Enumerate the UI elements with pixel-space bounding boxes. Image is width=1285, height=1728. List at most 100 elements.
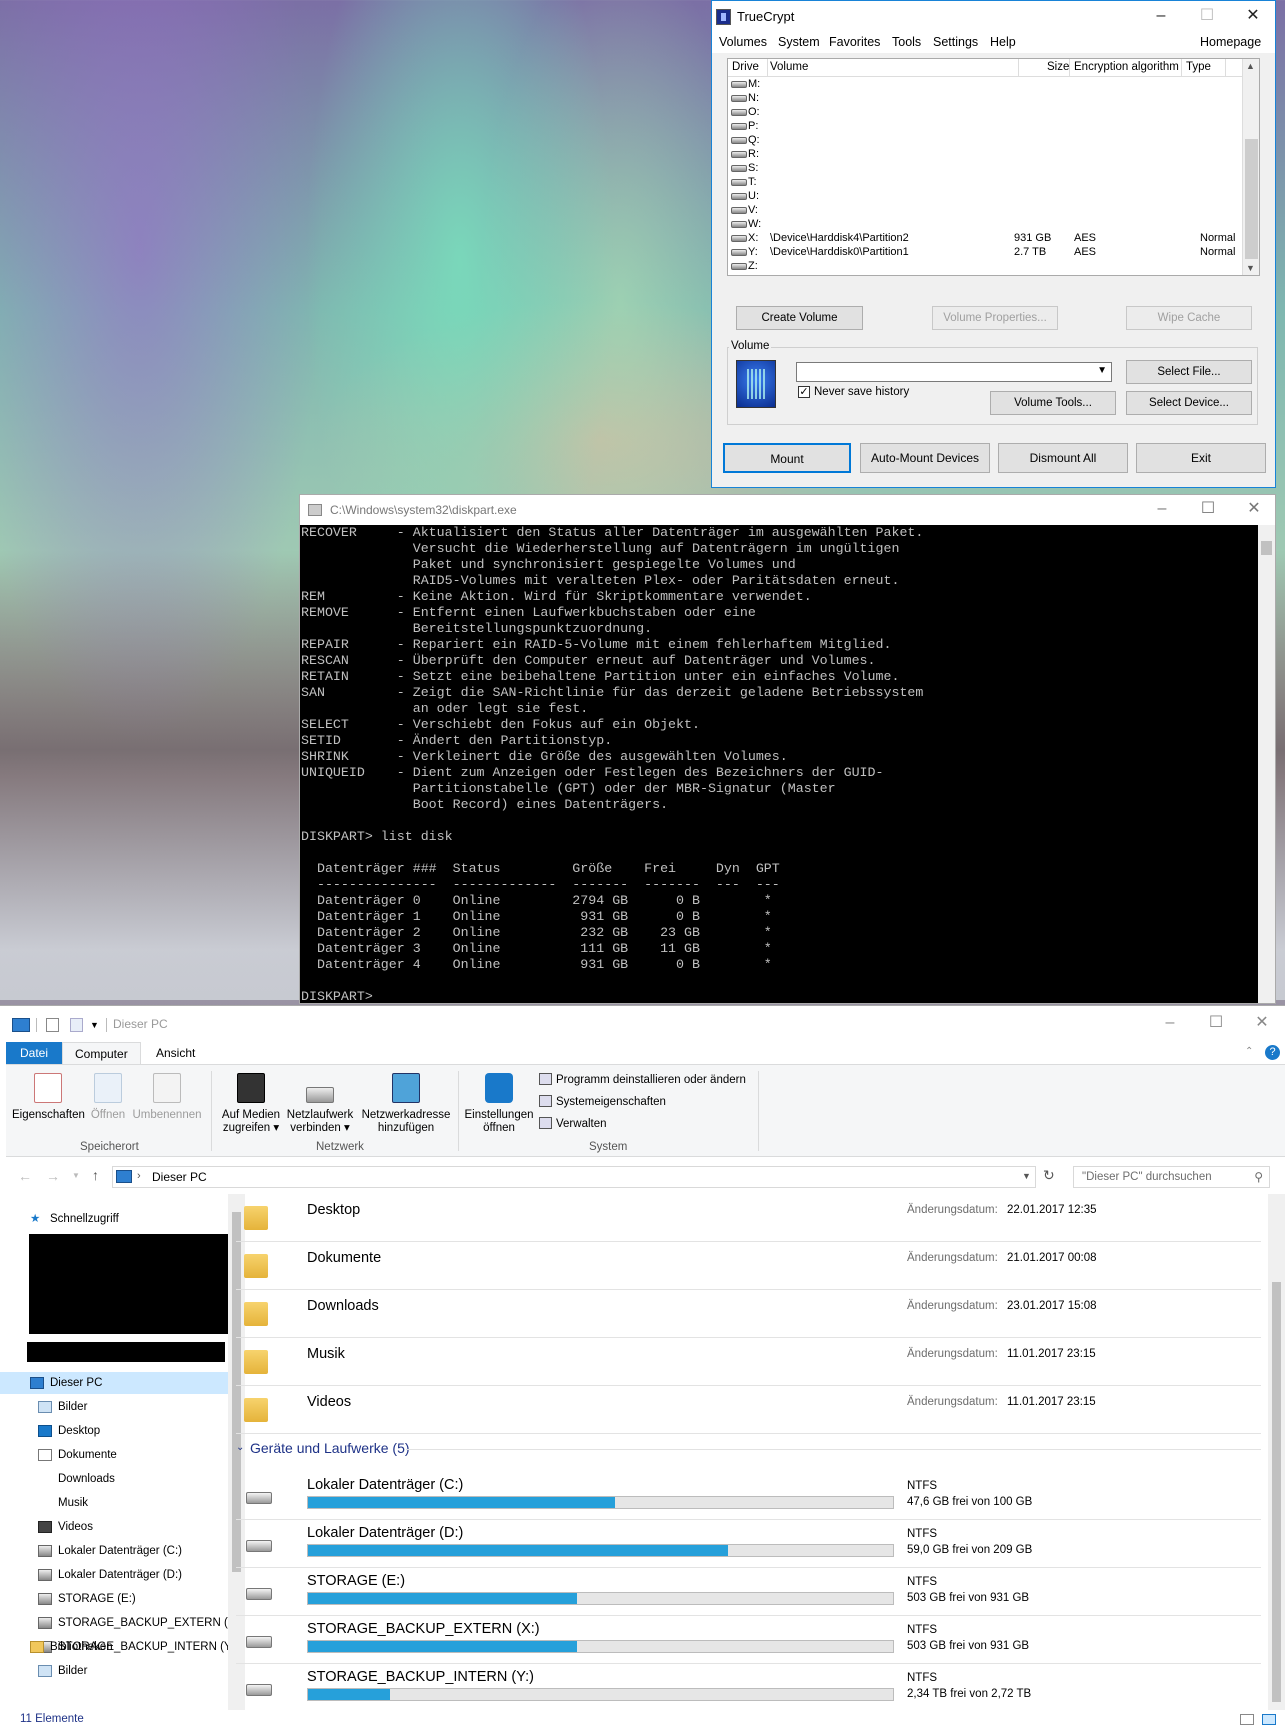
devices-section-header[interactable]: ⌄ Geräte und Laufwerke (5) xyxy=(236,1439,1261,1459)
maximize-button[interactable]: ☐ xyxy=(1185,495,1231,525)
access-media-button[interactable]: Auf Medien zugreifen ▾ xyxy=(218,1073,284,1135)
col-volume[interactable]: Volume xyxy=(770,61,808,73)
menu-system[interactable]: System xyxy=(778,35,820,49)
explorer-titlebar[interactable]: ▼ Dieser PC – ☐ ✕ xyxy=(0,1006,1285,1042)
folder-item[interactable]: Musik Änderungsdatum: 11.01.2017 23:15 xyxy=(236,1338,1261,1386)
add-network-location-button[interactable]: Netzwerkadresse hinzufügen xyxy=(358,1073,454,1135)
menu-homepage[interactable]: Homepage xyxy=(1200,35,1261,49)
minimize-button[interactable]: – xyxy=(1138,1,1184,33)
chevron-down-icon[interactable]: ▼ xyxy=(1022,1171,1031,1181)
drive-row[interactable]: P: xyxy=(728,120,1243,134)
open-settings-button[interactable]: Einstellungen öffnen xyxy=(461,1073,537,1135)
forward-icon[interactable]: → xyxy=(46,1168,60,1184)
console-titlebar[interactable]: C:\Windows\system32\diskpart.exe – ☐ ✕ xyxy=(300,495,1275,525)
chevron-down-icon[interactable]: ⌄ xyxy=(236,1442,244,1453)
nav-item[interactable]: Lokaler Datenträger (C:) xyxy=(0,1540,228,1562)
recent-locations-icon[interactable]: ▼ xyxy=(72,1171,80,1180)
tab-file[interactable]: Datei xyxy=(6,1042,62,1065)
close-button[interactable]: ✕ xyxy=(1231,495,1277,525)
map-network-drive-button[interactable]: Netzlaufwerk verbinden ▾ xyxy=(284,1073,356,1135)
drive-row[interactable]: M: xyxy=(728,78,1243,92)
drive-row[interactable]: Y: \Device\Harddisk0\Partition1 2.7 TB AES N… xyxy=(728,246,1243,260)
new-folder-quick-icon[interactable] xyxy=(70,1018,83,1032)
nav-libraries[interactable]: Bibliotheken xyxy=(0,1636,228,1658)
drive-row[interactable]: V: xyxy=(728,204,1243,218)
dismount-all-button[interactable]: Dismount All xyxy=(998,443,1128,473)
nav-item[interactable]: Lokaler Datenträger (D:) xyxy=(0,1564,228,1586)
tab-computer[interactable]: Computer xyxy=(62,1042,141,1065)
minimize-button[interactable]: – xyxy=(1147,1006,1193,1042)
menu-volumes[interactable]: Volumes xyxy=(719,35,767,49)
nav-item[interactable]: Dokumente xyxy=(0,1444,228,1466)
nav-quick-access[interactable]: ★ Schnellzugriff xyxy=(0,1208,228,1230)
col-size[interactable]: Size xyxy=(1047,61,1069,73)
drive-item[interactable]: STORAGE (E:) NTFS 503 GB frei von 931 GB xyxy=(236,1568,1261,1616)
content-scrollbar[interactable] xyxy=(1268,1194,1285,1710)
tiles-view-icon[interactable] xyxy=(1262,1714,1276,1725)
nav-item[interactable]: STORAGE (E:) xyxy=(0,1588,228,1610)
drive-row[interactable]: N: xyxy=(728,92,1243,106)
never-save-history-checkbox[interactable]: ✓ xyxy=(798,386,810,398)
nav-item[interactable]: Downloads xyxy=(0,1468,228,1490)
up-icon[interactable]: ↑ xyxy=(92,1167,99,1183)
drive-row[interactable]: X: \Device\Harddisk4\Partition2 931 GB AES N… xyxy=(728,232,1243,246)
system-properties-button[interactable]: Systemeigenschaften xyxy=(539,1095,666,1108)
properties-button[interactable]: Eigenschaften xyxy=(12,1073,85,1122)
customize-toolbar-icon[interactable]: ▼ xyxy=(90,1018,100,1032)
drive-list[interactable]: Drive Volume Size Encryption algorithm T… xyxy=(727,58,1260,276)
search-icon[interactable]: ⚲ xyxy=(1254,1170,1263,1184)
drive-row[interactable]: Z: xyxy=(728,260,1243,274)
col-algorithm[interactable]: Encryption algorithm xyxy=(1074,61,1179,73)
manage-button[interactable]: Verwalten xyxy=(539,1117,607,1130)
drive-row[interactable]: R: xyxy=(728,148,1243,162)
create-volume-button[interactable]: Create Volume xyxy=(736,306,863,330)
volume-path-combo[interactable]: ▼ xyxy=(796,362,1112,382)
menu-favorites[interactable]: Favorites xyxy=(829,35,880,49)
drive-list-scrollbar[interactable]: ▲ ▼ xyxy=(1242,59,1259,275)
menu-help[interactable]: Help xyxy=(990,35,1016,49)
drive-row[interactable]: O: xyxy=(728,106,1243,120)
properties-quick-icon[interactable] xyxy=(46,1018,59,1032)
nav-lib-pictures[interactable]: Bilder xyxy=(0,1660,228,1682)
folder-item[interactable]: Dokumente Änderungsdatum: 21.01.2017 00:08 xyxy=(236,1242,1261,1290)
nav-item[interactable]: Musik xyxy=(0,1492,228,1514)
nav-item[interactable]: Videos xyxy=(0,1516,228,1538)
drive-item[interactable]: STORAGE_BACKUP_INTERN (Y:) NTFS 2,34 TB fr… xyxy=(236,1664,1261,1710)
auto-mount-devices-button[interactable]: Auto-Mount Devices xyxy=(860,443,990,473)
nav-item[interactable]: Desktop xyxy=(0,1420,228,1442)
select-file-button[interactable]: Select File... xyxy=(1126,360,1252,384)
drive-row[interactable]: S: xyxy=(728,162,1243,176)
help-icon[interactable]: ? xyxy=(1265,1045,1280,1060)
menu-tools[interactable]: Tools xyxy=(892,35,921,49)
console-scrollbar[interactable] xyxy=(1258,525,1275,1003)
nav-this-pc[interactable]: Dieser PC xyxy=(0,1372,228,1394)
drive-row[interactable]: T: xyxy=(728,176,1243,190)
menu-settings[interactable]: Settings xyxy=(933,35,978,49)
refresh-icon[interactable]: ↻ xyxy=(1043,1167,1055,1184)
select-device-button[interactable]: Select Device... xyxy=(1126,391,1252,415)
folder-item[interactable]: Downloads Änderungsdatum: 23.01.2017 15:08 xyxy=(236,1290,1261,1338)
folder-item[interactable]: Desktop Änderungsdatum: 22.01.2017 12:35 xyxy=(236,1194,1261,1242)
close-button[interactable]: ✕ xyxy=(1239,1006,1285,1042)
nav-item[interactable]: STORAGE_BACKUP_EXTERN (X:) xyxy=(0,1612,242,1634)
tab-view[interactable]: Ansicht xyxy=(144,1042,207,1065)
drive-row[interactable]: Q: xyxy=(728,134,1243,148)
nav-item[interactable]: Bilder xyxy=(0,1396,228,1418)
breadcrumb[interactable]: Dieser PC xyxy=(152,1170,207,1184)
col-drive[interactable]: Drive xyxy=(732,61,759,73)
collapse-ribbon-icon[interactable]: ⌃ xyxy=(1245,1046,1253,1057)
address-bar[interactable]: › Dieser PC ▼ xyxy=(112,1166,1036,1188)
exit-button[interactable]: Exit xyxy=(1136,443,1266,473)
drive-item[interactable]: STORAGE_BACKUP_EXTERN (X:) NTFS 503 GB fre… xyxy=(236,1616,1261,1664)
close-button[interactable]: ✕ xyxy=(1230,1,1276,33)
chevron-down-icon[interactable]: ▼ xyxy=(1097,365,1107,376)
mount-button[interactable]: Mount xyxy=(723,443,851,473)
folder-item[interactable]: Videos Änderungsdatum: 11.01.2017 23:15 xyxy=(236,1386,1261,1434)
drive-item[interactable]: Lokaler Datenträger (D:) NTFS 59,0 GB frei… xyxy=(236,1520,1261,1568)
col-type[interactable]: Type xyxy=(1186,61,1211,73)
console-output[interactable]: RECOVER - Aktualisiert den Status aller … xyxy=(300,525,1260,1003)
drive-row[interactable]: W: xyxy=(728,218,1243,232)
drive-row[interactable]: U: xyxy=(728,190,1243,204)
maximize-button[interactable]: ☐ xyxy=(1193,1006,1239,1042)
search-input[interactable]: "Dieser PC" durchsuchen ⚲ xyxy=(1073,1166,1270,1188)
